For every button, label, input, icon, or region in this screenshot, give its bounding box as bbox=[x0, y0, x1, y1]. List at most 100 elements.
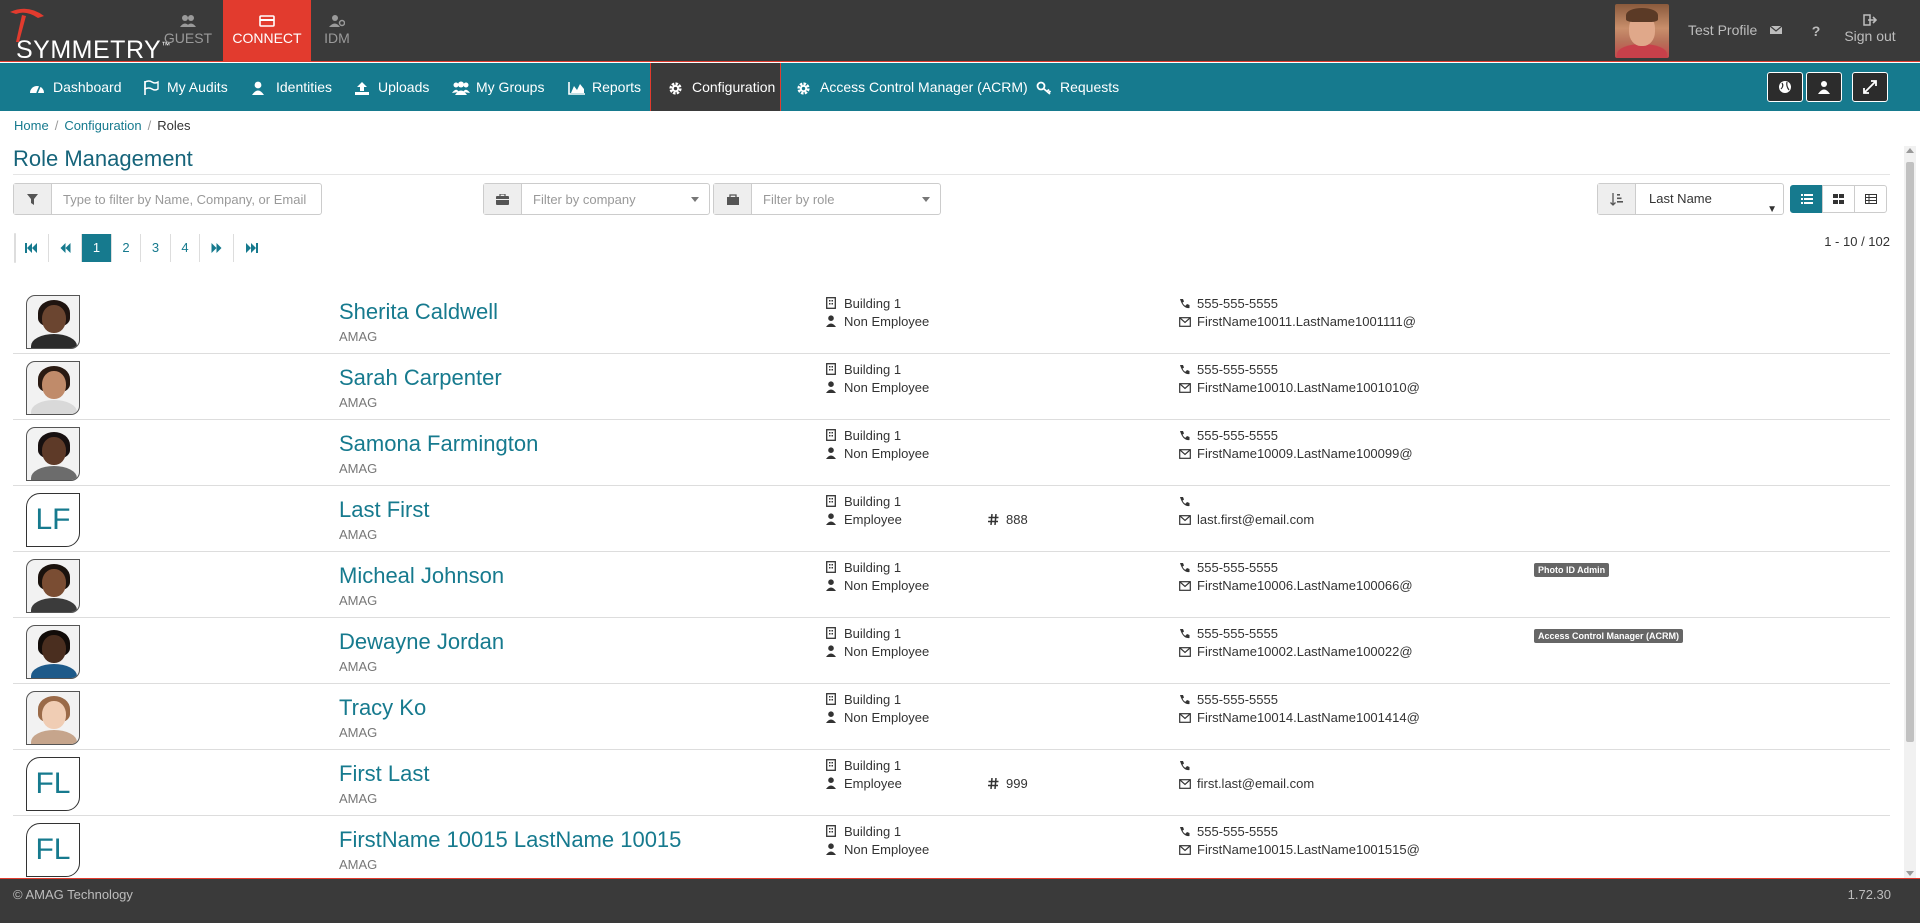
identity-initials-avatar[interactable]: FL bbox=[26, 757, 80, 811]
app-tab-label: IDM bbox=[324, 30, 350, 46]
photo-body bbox=[31, 466, 77, 480]
page-2-button[interactable]: 2 bbox=[112, 234, 141, 262]
symmetry-logo[interactable]: SYMMETRY™ bbox=[8, 6, 170, 64]
phone-info bbox=[1179, 494, 1197, 509]
list-view-button[interactable] bbox=[1790, 185, 1823, 213]
help-icon[interactable]: ? bbox=[1808, 23, 1824, 39]
grid-view-button[interactable] bbox=[1822, 185, 1855, 213]
scroll-down-arrow-icon[interactable] bbox=[1906, 871, 1914, 876]
globe-icon bbox=[1779, 81, 1791, 93]
building-icon bbox=[826, 759, 838, 771]
hash-info: 888 bbox=[988, 512, 1028, 527]
identity-name-link[interactable]: Sherita Caldwell bbox=[339, 299, 498, 325]
identity-photo[interactable] bbox=[26, 427, 80, 481]
globe-button[interactable] bbox=[1767, 72, 1803, 102]
previous-page-button[interactable] bbox=[49, 234, 82, 262]
profile-name-link[interactable]: Test Profile bbox=[1688, 22, 1757, 38]
identity-photo[interactable] bbox=[26, 295, 80, 349]
identity-photo[interactable] bbox=[26, 625, 80, 679]
user-info: Employee bbox=[826, 512, 902, 527]
page-1-button[interactable]: 1 bbox=[82, 234, 112, 262]
envelope-info: last.first@email.com bbox=[1179, 512, 1314, 527]
nav-my-groups[interactable]: My Groups bbox=[452, 63, 544, 111]
info-text: FirstName10010.LastName1001010@ bbox=[1197, 380, 1420, 395]
app-tab-idm[interactable]: IDM bbox=[293, 0, 381, 62]
last-page-button[interactable] bbox=[234, 234, 268, 262]
scrollbar-thumb[interactable] bbox=[1906, 162, 1914, 742]
breadcrumb-home[interactable]: Home bbox=[14, 118, 49, 133]
nav-identities[interactable]: Identities bbox=[252, 63, 332, 111]
identity-row[interactable]: FL FirstName 10015 LastName 10015 AMAG Buil… bbox=[13, 816, 1890, 878]
profile-avatar[interactable] bbox=[1615, 4, 1669, 58]
expand-icon bbox=[1863, 80, 1877, 94]
logo-text: SYMMETRY bbox=[16, 36, 162, 64]
identity-row[interactable]: Dewayne Jordan AMAG Building 1 Non Employee… bbox=[13, 618, 1890, 684]
identity-row[interactable]: Tracy Ko AMAG Building 1 Non Employee 555-55… bbox=[13, 684, 1890, 750]
fullscreen-button[interactable] bbox=[1852, 72, 1888, 102]
lock-user-button[interactable] bbox=[1806, 72, 1842, 102]
identity-name-link[interactable]: Samona Farmington bbox=[339, 431, 538, 457]
list-icon bbox=[1800, 194, 1813, 204]
identity-name-link[interactable]: FirstName 10015 LastName 10015 bbox=[339, 827, 681, 853]
identity-name-link[interactable]: Micheal Johnson bbox=[339, 563, 504, 589]
info-text: Building 1 bbox=[844, 758, 902, 773]
info-text: Building 1 bbox=[844, 692, 902, 707]
first-page-button[interactable] bbox=[15, 234, 49, 262]
identity-name-link[interactable]: Sarah Carpenter bbox=[339, 365, 502, 391]
user-icon bbox=[826, 645, 838, 657]
hash-icon bbox=[988, 778, 1000, 789]
page-3-button[interactable]: 3 bbox=[141, 234, 171, 262]
photo-body bbox=[31, 334, 77, 348]
identity-name-link[interactable]: Dewayne Jordan bbox=[339, 629, 504, 655]
info-text: Non Employee bbox=[844, 380, 930, 395]
nav-requests[interactable]: Requests bbox=[1036, 63, 1119, 111]
identity-photo[interactable] bbox=[26, 361, 80, 415]
identity-initials-avatar[interactable]: FL bbox=[26, 823, 80, 877]
nav-acrm[interactable]: Access Control Manager (ACRM) bbox=[796, 63, 1028, 111]
envelope-icon bbox=[1179, 317, 1191, 327]
vertical-scrollbar[interactable] bbox=[1904, 146, 1916, 878]
identity-initials-avatar[interactable]: LF bbox=[26, 493, 80, 547]
nav-uploads[interactable]: Uploads bbox=[354, 63, 429, 111]
identity-company: AMAG bbox=[339, 725, 378, 740]
identity-photo[interactable] bbox=[26, 691, 80, 745]
phone-info: 555-555-5555 bbox=[1179, 296, 1278, 311]
role-filter-select[interactable]: Filter by role bbox=[713, 183, 941, 215]
name-filter-input[interactable] bbox=[53, 184, 321, 214]
nav-reports[interactable]: Reports bbox=[568, 63, 641, 111]
nav-my-audits[interactable]: My Audits bbox=[143, 63, 228, 111]
scroll-up-arrow-icon[interactable] bbox=[1906, 148, 1914, 153]
envelope-icon bbox=[1179, 581, 1191, 591]
identity-name-link[interactable]: First Last bbox=[339, 761, 429, 787]
identity-name-link[interactable]: Tracy Ko bbox=[339, 695, 426, 721]
identity-row[interactable]: Samona Farmington AMAG Building 1 Non Emplo… bbox=[13, 420, 1890, 486]
nav-label: Uploads bbox=[378, 79, 430, 95]
identity-row[interactable]: Sherita Caldwell AMAG Building 1 Non Employ… bbox=[13, 288, 1890, 354]
sort-by-value: Last Name bbox=[1649, 191, 1712, 206]
identity-row[interactable]: LF Last First AMAG Building 1 Employee 888 las… bbox=[13, 486, 1890, 552]
page-4-button[interactable]: 4 bbox=[171, 234, 200, 262]
building-info: Building 1 bbox=[826, 758, 901, 773]
sign-out-button[interactable]: Sign out bbox=[1842, 14, 1898, 44]
app-tab-guest[interactable]: GUEST bbox=[144, 0, 232, 62]
identity-row[interactable]: Sarah Carpenter AMAG Building 1 Non Employe… bbox=[13, 354, 1890, 420]
identity-name-link[interactable]: Last First bbox=[339, 497, 429, 523]
user-info: Non Employee bbox=[826, 842, 929, 857]
gear-icon bbox=[668, 81, 686, 96]
envelope-icon bbox=[1179, 713, 1191, 723]
main-nav: Dashboard My Audits Identities Uploads M… bbox=[0, 63, 1920, 111]
info-text: Building 1 bbox=[844, 362, 902, 377]
envelope-icon[interactable] bbox=[1769, 23, 1785, 39]
nav-dashboard[interactable]: Dashboard bbox=[29, 63, 122, 111]
identity-photo[interactable] bbox=[26, 559, 80, 613]
nav-configuration[interactable]: Configuration bbox=[650, 63, 781, 111]
info-text: Employee bbox=[844, 776, 902, 791]
identity-row[interactable]: Micheal Johnson AMAG Building 1 Non Employe… bbox=[13, 552, 1890, 618]
identity-row[interactable]: FL First Last AMAG Building 1 Employee 999 fir… bbox=[13, 750, 1890, 816]
next-page-button[interactable] bbox=[200, 234, 234, 262]
table-view-button[interactable] bbox=[1854, 185, 1887, 213]
sort-by-select[interactable]: Last Name ▼ bbox=[1637, 184, 1783, 215]
app-tab-label: CONNECT bbox=[232, 30, 302, 46]
breadcrumb-configuration[interactable]: Configuration bbox=[64, 118, 141, 133]
company-filter-select[interactable]: Filter by company bbox=[483, 183, 710, 215]
